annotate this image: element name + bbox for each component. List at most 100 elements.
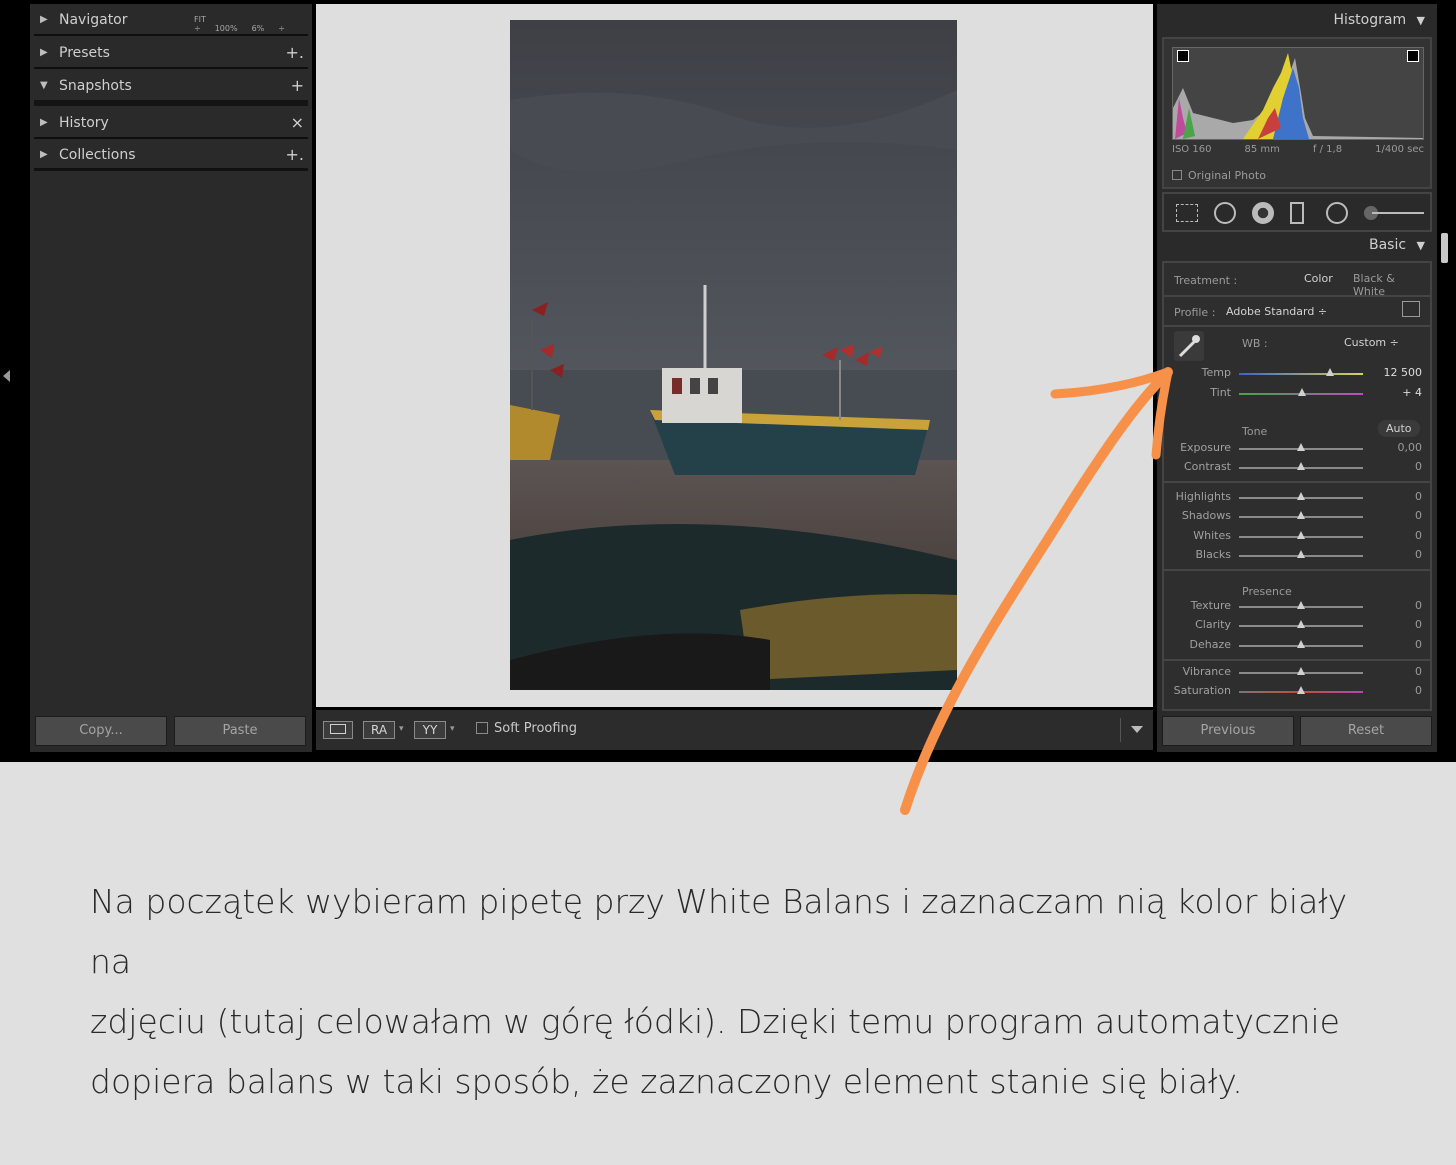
slider-thumb[interactable]: [1297, 640, 1305, 648]
shadow-clipping-icon[interactable]: [1177, 50, 1189, 62]
clear-history-icon[interactable]: ×: [291, 113, 304, 132]
slider-value[interactable]: + 4: [1372, 386, 1422, 399]
slider-value[interactable]: 0: [1372, 509, 1422, 522]
slider-value[interactable]: 0,00: [1372, 441, 1423, 454]
panel-history[interactable]: ▶ History ×: [34, 109, 308, 139]
slider-value[interactable]: 0: [1372, 599, 1422, 612]
soft-proofing-checkbox[interactable]: [476, 722, 488, 734]
slider-value[interactable]: 12 500: [1372, 366, 1423, 379]
brush-size-slider[interactable]: [1372, 212, 1424, 214]
before-after-left-right-button[interactable]: RA: [363, 721, 395, 739]
treatment-color-option[interactable]: Color: [1304, 272, 1333, 285]
slider-thumb[interactable]: [1297, 667, 1305, 675]
toolbar-divider: [1120, 718, 1121, 742]
slider-thumb[interactable]: [1297, 550, 1305, 558]
slider-label: Blacks: [1195, 548, 1232, 561]
caption-text: Na początek wybieram pipetę przy White B…: [90, 872, 1390, 1112]
radial-filter-icon[interactable]: [1326, 202, 1348, 224]
slider-value[interactable]: 0: [1372, 548, 1422, 561]
histogram-graph[interactable]: [1172, 47, 1424, 140]
slider-thumb[interactable]: [1297, 462, 1305, 470]
toolbar-options-chevron-icon[interactable]: [1131, 726, 1143, 733]
paste-button[interactable]: Paste: [174, 716, 306, 746]
slider-thumb[interactable]: [1297, 492, 1305, 500]
graduated-filter-icon[interactable]: [1290, 202, 1304, 224]
panel-presets[interactable]: ▶ Presets +.: [34, 39, 308, 69]
auto-tone-button[interactable]: Auto: [1378, 420, 1420, 437]
slider-thumb[interactable]: [1325, 368, 1334, 376]
slider-thumb[interactable]: [1297, 531, 1305, 539]
profile-label: Profile :: [1174, 306, 1216, 319]
soft-proofing-toggle[interactable]: Soft Proofing: [476, 721, 577, 736]
slider-value[interactable]: 0: [1372, 460, 1422, 473]
right-panel-scrollbar[interactable]: [1441, 233, 1448, 263]
slider-thumb[interactable]: [1298, 388, 1307, 396]
profile-select[interactable]: Adobe Standard ÷: [1226, 305, 1327, 318]
slider-value[interactable]: 0: [1372, 529, 1422, 542]
zoom-more[interactable]: ÷: [278, 24, 285, 33]
wb-eyedropper-icon[interactable]: [1174, 331, 1204, 361]
photo[interactable]: [510, 20, 957, 690]
slider-label: Exposure: [1180, 441, 1231, 454]
add-collection-icon[interactable]: +.: [286, 145, 305, 164]
slider-value[interactable]: 0: [1372, 618, 1422, 631]
before-after-swap-button[interactable]: YY: [414, 721, 446, 739]
wb-select[interactable]: Custom ÷: [1344, 336, 1399, 349]
histogram-header[interactable]: Histogram ▼: [1333, 12, 1425, 28]
panel-collections[interactable]: ▶ Collections +.: [34, 141, 308, 171]
slider-label: Texture: [1190, 599, 1231, 612]
soft-proofing-label: Soft Proofing: [494, 721, 578, 736]
red-eye-icon[interactable]: [1252, 202, 1274, 224]
crop-tool-icon[interactable]: [1176, 204, 1198, 222]
left-panel: ▶ Navigator FIT ÷ 100% 6% ÷ ▶ Presets +. ▼ …: [30, 4, 312, 752]
slider-thumb[interactable]: [1297, 443, 1305, 451]
collapse-triangle-icon: ▼: [1416, 14, 1425, 27]
slider-value[interactable]: 0: [1372, 490, 1422, 503]
expand-triangle-icon: ▶: [40, 14, 48, 25]
slider-thumb[interactable]: [1297, 511, 1305, 519]
slider-label: Contrast: [1183, 460, 1231, 473]
caption-line: Na początek wybieram pipetę przy White B…: [90, 882, 1348, 981]
highlight-clipping-icon[interactable]: [1407, 50, 1419, 62]
slider-value[interactable]: 0: [1372, 684, 1422, 697]
divider: [1164, 659, 1430, 661]
add-snapshot-icon[interactable]: +: [291, 76, 304, 95]
image-canvas[interactable]: [316, 4, 1153, 707]
swap-dropdown-icon[interactable]: ▾: [450, 724, 455, 734]
boat-photo-image: [510, 20, 957, 690]
profile-browser-icon[interactable]: [1402, 301, 1420, 317]
navigator-zoom-options[interactable]: FIT ÷ 100% 6% ÷: [194, 15, 308, 33]
slider-value[interactable]: 0: [1372, 638, 1422, 651]
slider-value[interactable]: 0: [1372, 665, 1422, 678]
previous-button[interactable]: Previous: [1162, 716, 1294, 746]
slider-label: Tint: [1210, 386, 1231, 399]
slider-thumb[interactable]: [1297, 601, 1305, 609]
copy-button[interactable]: Copy...: [35, 716, 167, 746]
lightroom-window: ▶ Navigator FIT ÷ 100% 6% ÷ ▶ Presets +. ▼ …: [0, 0, 1456, 762]
caption-line: dopiera balans w taki sposób, że zaznacz…: [90, 1062, 1243, 1101]
exif-info: ISO 160 85 mm f / 1,8 1/400 sec: [1172, 144, 1424, 155]
edit-tools-strip: [1162, 192, 1432, 232]
collapse-triangle-icon: ▼: [40, 80, 48, 91]
histogram-chart: [1173, 53, 1423, 139]
loupe-view-icon[interactable]: [323, 721, 353, 739]
reset-button[interactable]: Reset: [1300, 716, 1432, 746]
panel-snapshots[interactable]: ▼ Snapshots +: [34, 72, 308, 106]
spot-removal-icon[interactable]: [1214, 202, 1236, 224]
basic-panel: Treatment : Color Black & White Profile …: [1162, 261, 1432, 711]
add-preset-icon[interactable]: +.: [286, 43, 305, 62]
zoom-100[interactable]: 100%: [215, 24, 238, 33]
slider-thumb[interactable]: [1297, 620, 1305, 628]
slider-thumb[interactable]: [1297, 686, 1305, 694]
panel-navigator[interactable]: ▶ Navigator FIT ÷ 100% 6% ÷: [34, 6, 308, 36]
expand-triangle-icon: ▶: [40, 47, 48, 58]
slider-track[interactable]: [1239, 373, 1363, 375]
zoom-fit[interactable]: FIT ÷: [194, 15, 206, 33]
slider-label: Whites: [1193, 529, 1231, 542]
basic-header[interactable]: Basic ▼: [1369, 237, 1425, 253]
original-photo-toggle[interactable]: Original Photo: [1172, 169, 1266, 182]
zoom-6[interactable]: 6%: [252, 24, 265, 33]
left-panel-toggle-icon[interactable]: [3, 370, 10, 382]
before-after-dropdown-icon[interactable]: ▾: [399, 724, 404, 734]
original-photo-checkbox[interactable]: [1172, 170, 1182, 180]
